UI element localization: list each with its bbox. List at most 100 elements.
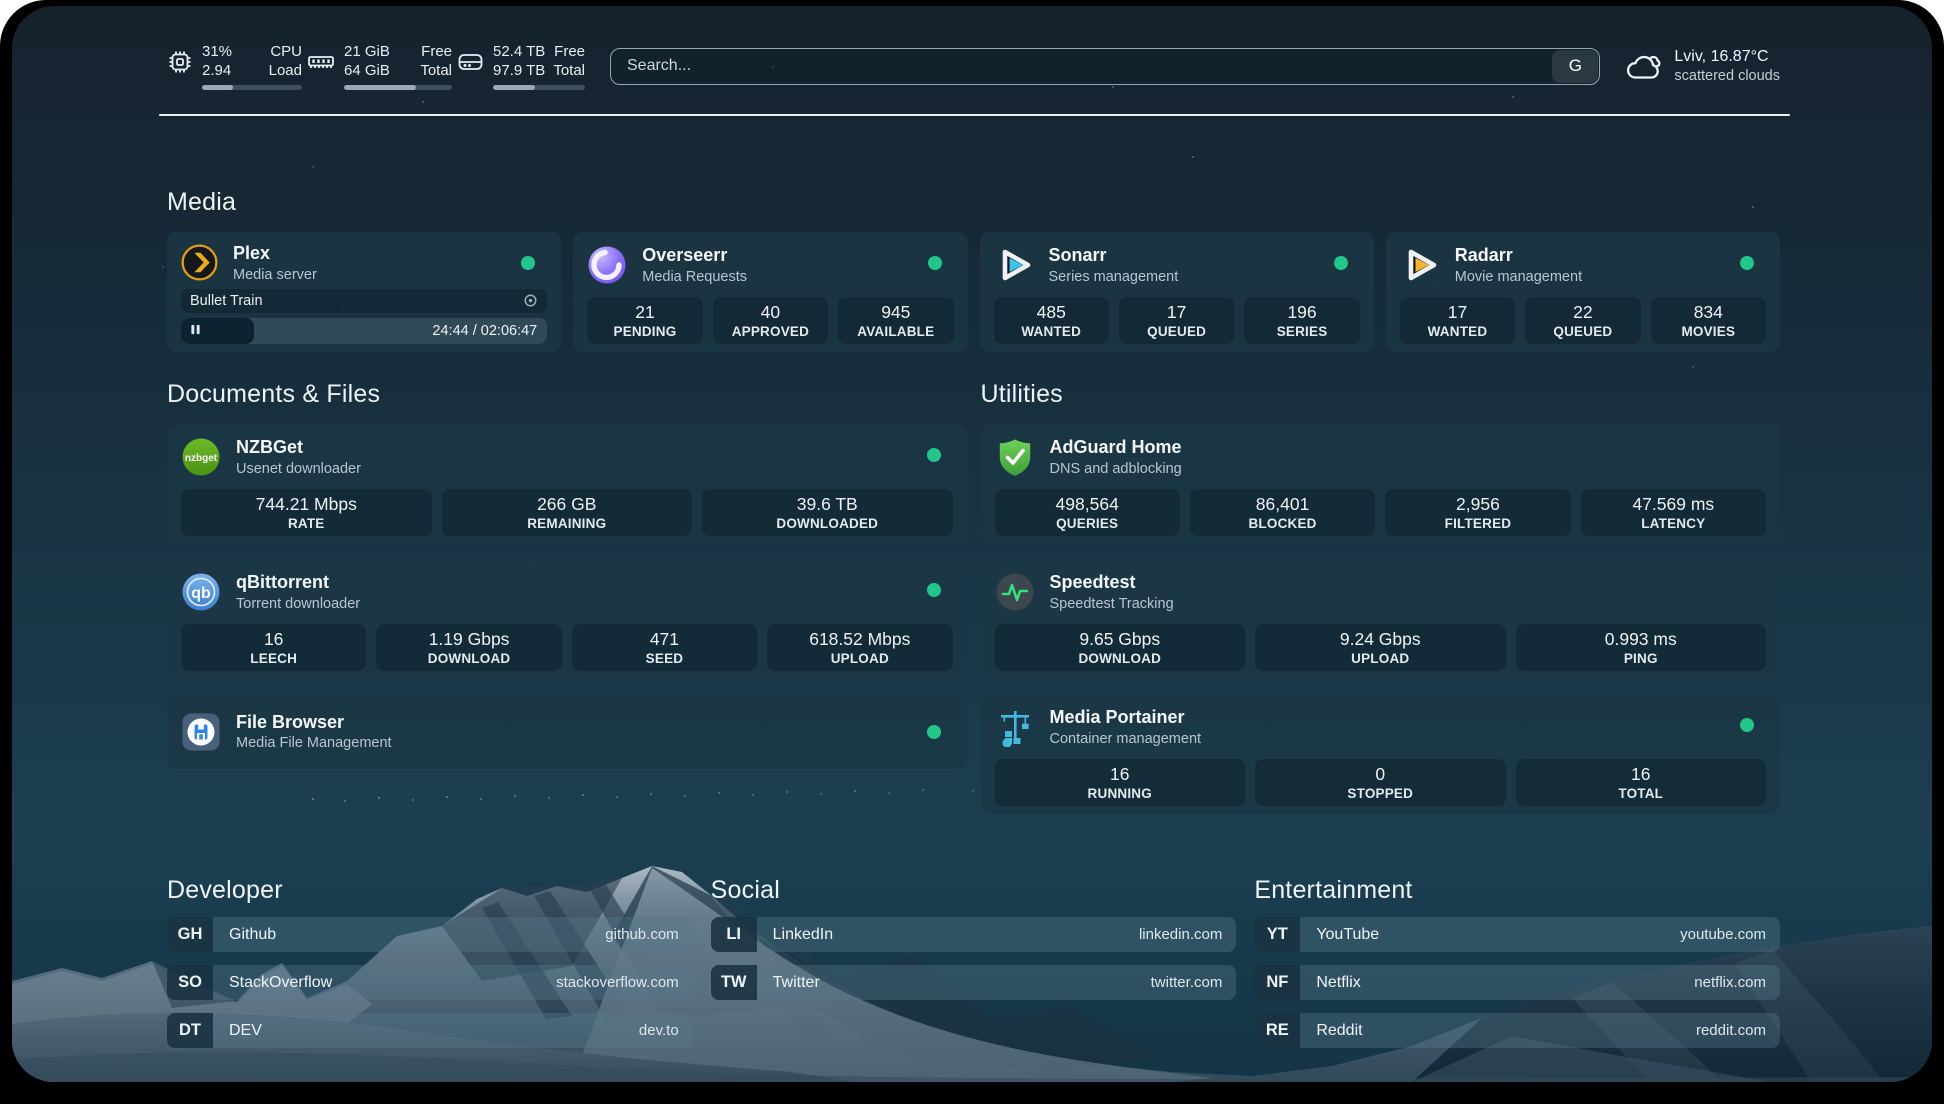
stat-label: STOPPED <box>1347 786 1413 802</box>
bookmark-name: Twitter <box>757 965 820 1000</box>
stat-seed: 471SEED <box>572 624 757 671</box>
stat-label: APPROVED <box>732 324 809 340</box>
stat-label: DOWNLOAD <box>428 651 511 667</box>
dashboard: 31% 2.94 CPU Load <box>12 6 1932 1082</box>
bookmark-url: twitter.com <box>1151 965 1237 1000</box>
utilities-cards: AdGuard HomeDNS and adblocking498,564QUE… <box>981 424 1781 814</box>
stat-value: 9.24 Gbps <box>1340 629 1421 650</box>
bookmark-linkedin[interactable]: LILinkedInlinkedin.com <box>711 917 1237 952</box>
stat-value: 834 <box>1694 302 1723 323</box>
media-cards: PlexMedia serverBullet Train24:44 / 02:0… <box>167 232 1780 352</box>
bookmark-name: LinkedIn <box>757 917 834 952</box>
stat-value: 39.6 TB <box>797 494 858 515</box>
cpu-label: CPU <box>269 42 302 61</box>
ram-icon <box>307 49 335 75</box>
now-playing-row: Bullet Train <box>181 289 547 313</box>
service-card-nzbget[interactable]: nzbgetNZBGetUsenet downloader744.21 Mbps… <box>167 424 967 544</box>
overseerr-icon <box>587 245 627 285</box>
stat-label: RUNNING <box>1088 786 1152 802</box>
stat-value: 86,401 <box>1256 494 1310 515</box>
bookmark-netflix[interactable]: NFNetflixnetflix.com <box>1254 965 1780 1000</box>
service-card-media-portainer[interactable]: Media PortainerContainer management16RUN… <box>981 694 1781 814</box>
service-card-file-browser[interactable]: File BrowserMedia File Management <box>167 694 967 769</box>
bookmark-dev[interactable]: DTDEV dev.to <box>167 1013 693 1048</box>
service-stats: 17WANTED22QUEUED834MOVIES <box>1400 297 1766 344</box>
plex-icon <box>181 244 218 281</box>
bookmark-abbr: YT <box>1254 917 1300 952</box>
search-input[interactable] <box>610 48 1600 85</box>
weather-widget: Lviv, 16.87°C scattered clouds <box>1624 47 1780 86</box>
radarr-icon <box>1400 245 1440 285</box>
service-name: Speedtest <box>1050 572 1174 593</box>
speedtest-icon <box>995 572 1035 612</box>
stat-value: 17 <box>1448 302 1467 323</box>
stat-label: QUERIES <box>1056 516 1118 532</box>
section-title-utilities: Utilities <box>981 380 1781 409</box>
service-card-plex[interactable]: PlexMedia serverBullet Train24:44 / 02:0… <box>167 232 561 352</box>
bookmark-abbr: LI <box>711 917 757 952</box>
search-bar: G <box>610 48 1600 85</box>
status-online-dot <box>1740 718 1754 732</box>
bookmark-twitter[interactable]: TWTwitter twitter.com <box>711 965 1237 1000</box>
service-subtitle: Container management <box>1050 731 1202 747</box>
stat-label: BLOCKED <box>1248 516 1316 532</box>
status-online-dot <box>927 448 941 462</box>
bookmark-abbr: DT <box>167 1013 213 1048</box>
cpu-widget: 31% 2.94 CPU Load <box>167 42 302 90</box>
bookmark-url: reddit.com <box>1696 1013 1780 1048</box>
service-name: NZBGet <box>236 437 361 458</box>
documents-cards: nzbgetNZBGetUsenet downloader744.21 Mbps… <box>167 424 967 769</box>
service-card-adguard-home[interactable]: AdGuard HomeDNS and adblocking498,564QUE… <box>981 424 1781 544</box>
stat-value: 618.52 Mbps <box>809 629 910 650</box>
service-subtitle: Speedtest Tracking <box>1050 596 1174 612</box>
cpu-progress-bar <box>202 85 302 90</box>
bookmark-group-social: Social LILinkedInlinkedin.com TWTwitter twi… <box>711 876 1237 1048</box>
service-card-radarr[interactable]: RadarrMovie management17WANTED22QUEUED83… <box>1386 232 1780 352</box>
bookmark-url: dev.to <box>639 1013 693 1048</box>
player-time: 24:44 / 02:06:47 <box>432 318 537 344</box>
stat-value: 21 <box>635 302 654 323</box>
bookmark-reddit[interactable]: RERedditreddit.com <box>1254 1013 1780 1048</box>
bookmark-group-title: Developer <box>167 876 693 905</box>
service-card-overseerr[interactable]: OverseerrMedia Requests21PENDING40APPROV… <box>573 232 967 352</box>
service-card-qbittorrent[interactable]: qbqBittorrentTorrent downloader16LEECH1.… <box>167 559 967 679</box>
load-label: Load <box>269 61 302 80</box>
service-card-sonarr[interactable]: SonarrSeries management485WANTED17QUEUED… <box>980 232 1374 352</box>
nzbget-icon: nzbget <box>181 437 221 477</box>
stat-download: 9.65 GbpsDOWNLOAD <box>995 624 1246 671</box>
stat-downloaded: 39.6 TBDOWNLOADED <box>702 489 953 536</box>
bookmark-name: DEV <box>213 1013 262 1048</box>
stat-label: TOTAL <box>1618 786 1663 802</box>
stat-label: PING <box>1624 651 1658 667</box>
bookmark-group-entertainment: EntertainmentYTYouTubeyoutube.comNFNetfl… <box>1254 876 1780 1048</box>
stat-upload: 9.24 GbpsUPLOAD <box>1255 624 1506 671</box>
service-stats: 21PENDING40APPROVED945AVAILABLE <box>587 297 953 344</box>
bookmark-stackoverflow[interactable]: SOStackOverflowstackoverflow.com <box>167 965 693 1000</box>
player-progress-fill <box>181 318 254 344</box>
top-bar: 31% 2.94 CPU Load <box>167 37 1780 95</box>
google-search-button[interactable]: G <box>1552 50 1598 83</box>
player-progress-bar[interactable]: 24:44 / 02:06:47 <box>181 318 547 344</box>
stat-queued: 17QUEUED <box>1119 297 1234 344</box>
stat-total: 16TOTAL <box>1516 759 1767 806</box>
stat-series: 196SERIES <box>1244 297 1359 344</box>
stat-leech: 16LEECH <box>181 624 366 671</box>
service-card-speedtest[interactable]: Speedtest Speedtest Tracking 9.65 GbpsDOWN… <box>981 559 1781 679</box>
bookmark-abbr: TW <box>711 965 757 1000</box>
memory-widget: 21 GiB 64 GiB Free Total <box>307 42 452 90</box>
stat-label: DOWNLOADED <box>776 516 878 532</box>
bookmark-github[interactable]: GHGithubgithub.com <box>167 917 693 952</box>
storage-progress-bar <box>493 85 585 90</box>
bookmark-youtube[interactable]: YTYouTubeyoutube.com <box>1254 917 1780 952</box>
memory-total-value: 64 GiB <box>344 61 390 80</box>
memory-total-label: Total <box>420 61 452 80</box>
now-playing-title: Bullet Train <box>190 293 523 309</box>
service-name: Plex <box>233 243 317 264</box>
stat-value: 266 GB <box>537 494 596 515</box>
stat-value: 40 <box>761 302 780 323</box>
stat-download: 1.19 GbpsDOWNLOAD <box>376 624 561 671</box>
status-online-dot <box>927 725 941 739</box>
cpu-usage-value: 31% <box>202 42 232 61</box>
status-online-dot <box>1740 256 1754 270</box>
bookmark-group-title: Social <box>711 876 1237 905</box>
